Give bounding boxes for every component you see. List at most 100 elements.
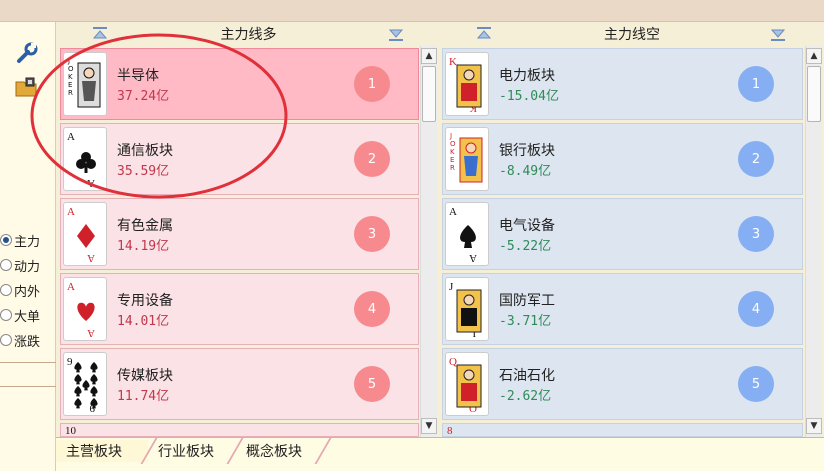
playing-card-icon: QQ (445, 352, 489, 416)
svg-text:A: A (67, 131, 75, 143)
radio-label: 涨跌 (14, 334, 41, 350)
tab-concept-board[interactable]: 概念板块 (236, 440, 324, 462)
sector-name: 国防军工 (499, 293, 555, 309)
svg-text:A: A (87, 327, 95, 339)
scroll-down-button[interactable]: ▼ (421, 418, 437, 434)
scroll-down-button[interactable]: ▼ (806, 418, 822, 434)
sector-name: 半导体 (117, 68, 159, 84)
rank-badge: 3 (354, 216, 390, 252)
rank-badge: 1 (738, 66, 774, 102)
radio-option[interactable]: 涨跌 (0, 330, 40, 350)
scroll-thumb[interactable] (422, 66, 436, 122)
playing-card-icon: JOKER (445, 127, 489, 191)
short-column: 主力线空 K K 电力板块 -15.04亿 1 J O K E R 银行板块 -8.49亿 2 A A 电气设… (440, 22, 824, 437)
playing-card-icon: JOKER (63, 52, 107, 116)
fund-flow-value: 11.74亿 (117, 389, 170, 404)
long-sector-card[interactable]: 9 9 传媒板块 11.74亿 5 (60, 348, 419, 420)
radio-button[interactable] (0, 259, 12, 271)
scroll-thumb[interactable] (807, 66, 821, 122)
playing-card-icon: AA (63, 202, 107, 266)
scroll-up-button[interactable]: ▲ (421, 48, 437, 64)
fund-flow-value: 14.01亿 (117, 314, 170, 329)
svg-text:R: R (68, 89, 73, 97)
collapse-down-icon[interactable] (388, 26, 404, 42)
tab-label: 主营板块 (66, 444, 122, 460)
fund-flow-value: -8.49亿 (499, 164, 552, 179)
short-sector-card[interactable]: A A 电气设备 -5.22亿 3 (442, 198, 803, 270)
playing-card-icon: 8 (447, 425, 453, 437)
svg-text:J: J (449, 132, 452, 140)
sector-name: 银行板块 (499, 143, 555, 159)
short-sector-card[interactable]: Q Q 石油石化 -2.62亿 5 (442, 348, 803, 420)
folder-lock-icon[interactable] (14, 74, 40, 100)
playing-card-icon: 99 (63, 352, 107, 416)
playing-card-icon: AA (63, 277, 107, 341)
sector-name: 石油石化 (499, 368, 555, 384)
tab-main-board[interactable]: 主营板块 (56, 440, 148, 462)
fund-flow-value: -3.71亿 (499, 314, 552, 329)
short-sector-card[interactable]: K K 电力板块 -15.04亿 1 (442, 48, 803, 120)
playing-card-icon: 10 (65, 425, 76, 437)
radio-button[interactable] (0, 284, 12, 296)
radio-option[interactable]: 内外 (0, 280, 40, 300)
fund-flow-value: -2.62亿 (499, 389, 552, 404)
svg-text:K: K (449, 56, 457, 68)
short-column-title: 主力线空 (604, 27, 660, 43)
rank-badge: 2 (738, 141, 774, 177)
radio-option[interactable]: 动力 (0, 255, 40, 275)
wrench-icon[interactable] (14, 40, 40, 66)
short-sector-card[interactable]: 8 (442, 423, 803, 437)
svg-text:E: E (450, 156, 454, 164)
short-sector-card[interactable]: J O K E R 银行板块 -8.49亿 2 (442, 123, 803, 195)
long-column: 主力线多 J O K E R 半导体 37.24亿 1 A A 通信板块 35.59亿 2 A A 有色金属 1… (58, 22, 439, 437)
radio-label: 主力 (14, 234, 41, 250)
radio-button[interactable] (0, 334, 12, 346)
svg-text:K: K (68, 73, 73, 81)
svg-text:J: J (449, 281, 454, 293)
collapse-down-icon[interactable] (770, 26, 786, 42)
rank-badge: 5 (738, 366, 774, 402)
long-sector-card[interactable]: 10 (60, 423, 419, 437)
playing-card-icon: JJ (445, 277, 489, 341)
sector-name: 电气设备 (499, 218, 555, 234)
rank-badge: 3 (738, 216, 774, 252)
svg-text:A: A (87, 252, 95, 264)
long-sector-card[interactable]: A A 有色金属 14.19亿 3 (60, 198, 419, 270)
svg-text:O: O (68, 65, 74, 73)
collapse-up-icon[interactable] (92, 26, 108, 42)
scroll-up-button[interactable]: ▲ (806, 48, 822, 64)
long-scrollbar[interactable]: ▲ ▼ (420, 46, 437, 437)
short-sector-card[interactable]: J J 国防军工 -3.71亿 4 (442, 273, 803, 345)
sector-name: 专用设备 (117, 293, 173, 309)
svg-text:A: A (449, 206, 457, 218)
fund-flow-value: -5.22亿 (499, 239, 552, 254)
radio-option[interactable]: 大单 (0, 305, 40, 325)
fund-flow-value: 14.19亿 (117, 239, 170, 254)
divider (0, 386, 56, 387)
sector-name: 通信板块 (117, 143, 173, 159)
top-toolbar (0, 0, 824, 22)
short-column-header: 主力线空 (440, 22, 824, 46)
tab-industry-board[interactable]: 行业板块 (148, 440, 234, 462)
radio-button[interactable] (0, 234, 12, 246)
sector-name: 传媒板块 (117, 368, 173, 384)
svg-text:A: A (87, 177, 95, 189)
rank-badge: 1 (354, 66, 390, 102)
playing-card-icon: AA (63, 127, 107, 191)
long-sector-card[interactable]: A A 通信板块 35.59亿 2 (60, 123, 419, 195)
radio-button[interactable] (0, 309, 12, 321)
playing-card-icon: KK (445, 52, 489, 116)
divider (0, 362, 56, 363)
radio-label: 内外 (14, 284, 41, 300)
collapse-up-icon[interactable] (476, 26, 492, 42)
rank-badge: 4 (354, 291, 390, 327)
fund-flow-value: 37.24亿 (117, 89, 170, 104)
svg-text:9: 9 (67, 356, 73, 368)
radio-option[interactable]: 主力 (0, 230, 40, 250)
svg-text:A: A (67, 206, 75, 218)
fund-flow-value: 35.59亿 (117, 164, 170, 179)
left-panel: 主力动力内外大单涨跌 (0, 22, 56, 471)
short-scrollbar[interactable]: ▲ ▼ (805, 46, 822, 437)
long-sector-card[interactable]: A A 专用设备 14.01亿 4 (60, 273, 419, 345)
long-sector-card[interactable]: J O K E R 半导体 37.24亿 1 (60, 48, 419, 120)
